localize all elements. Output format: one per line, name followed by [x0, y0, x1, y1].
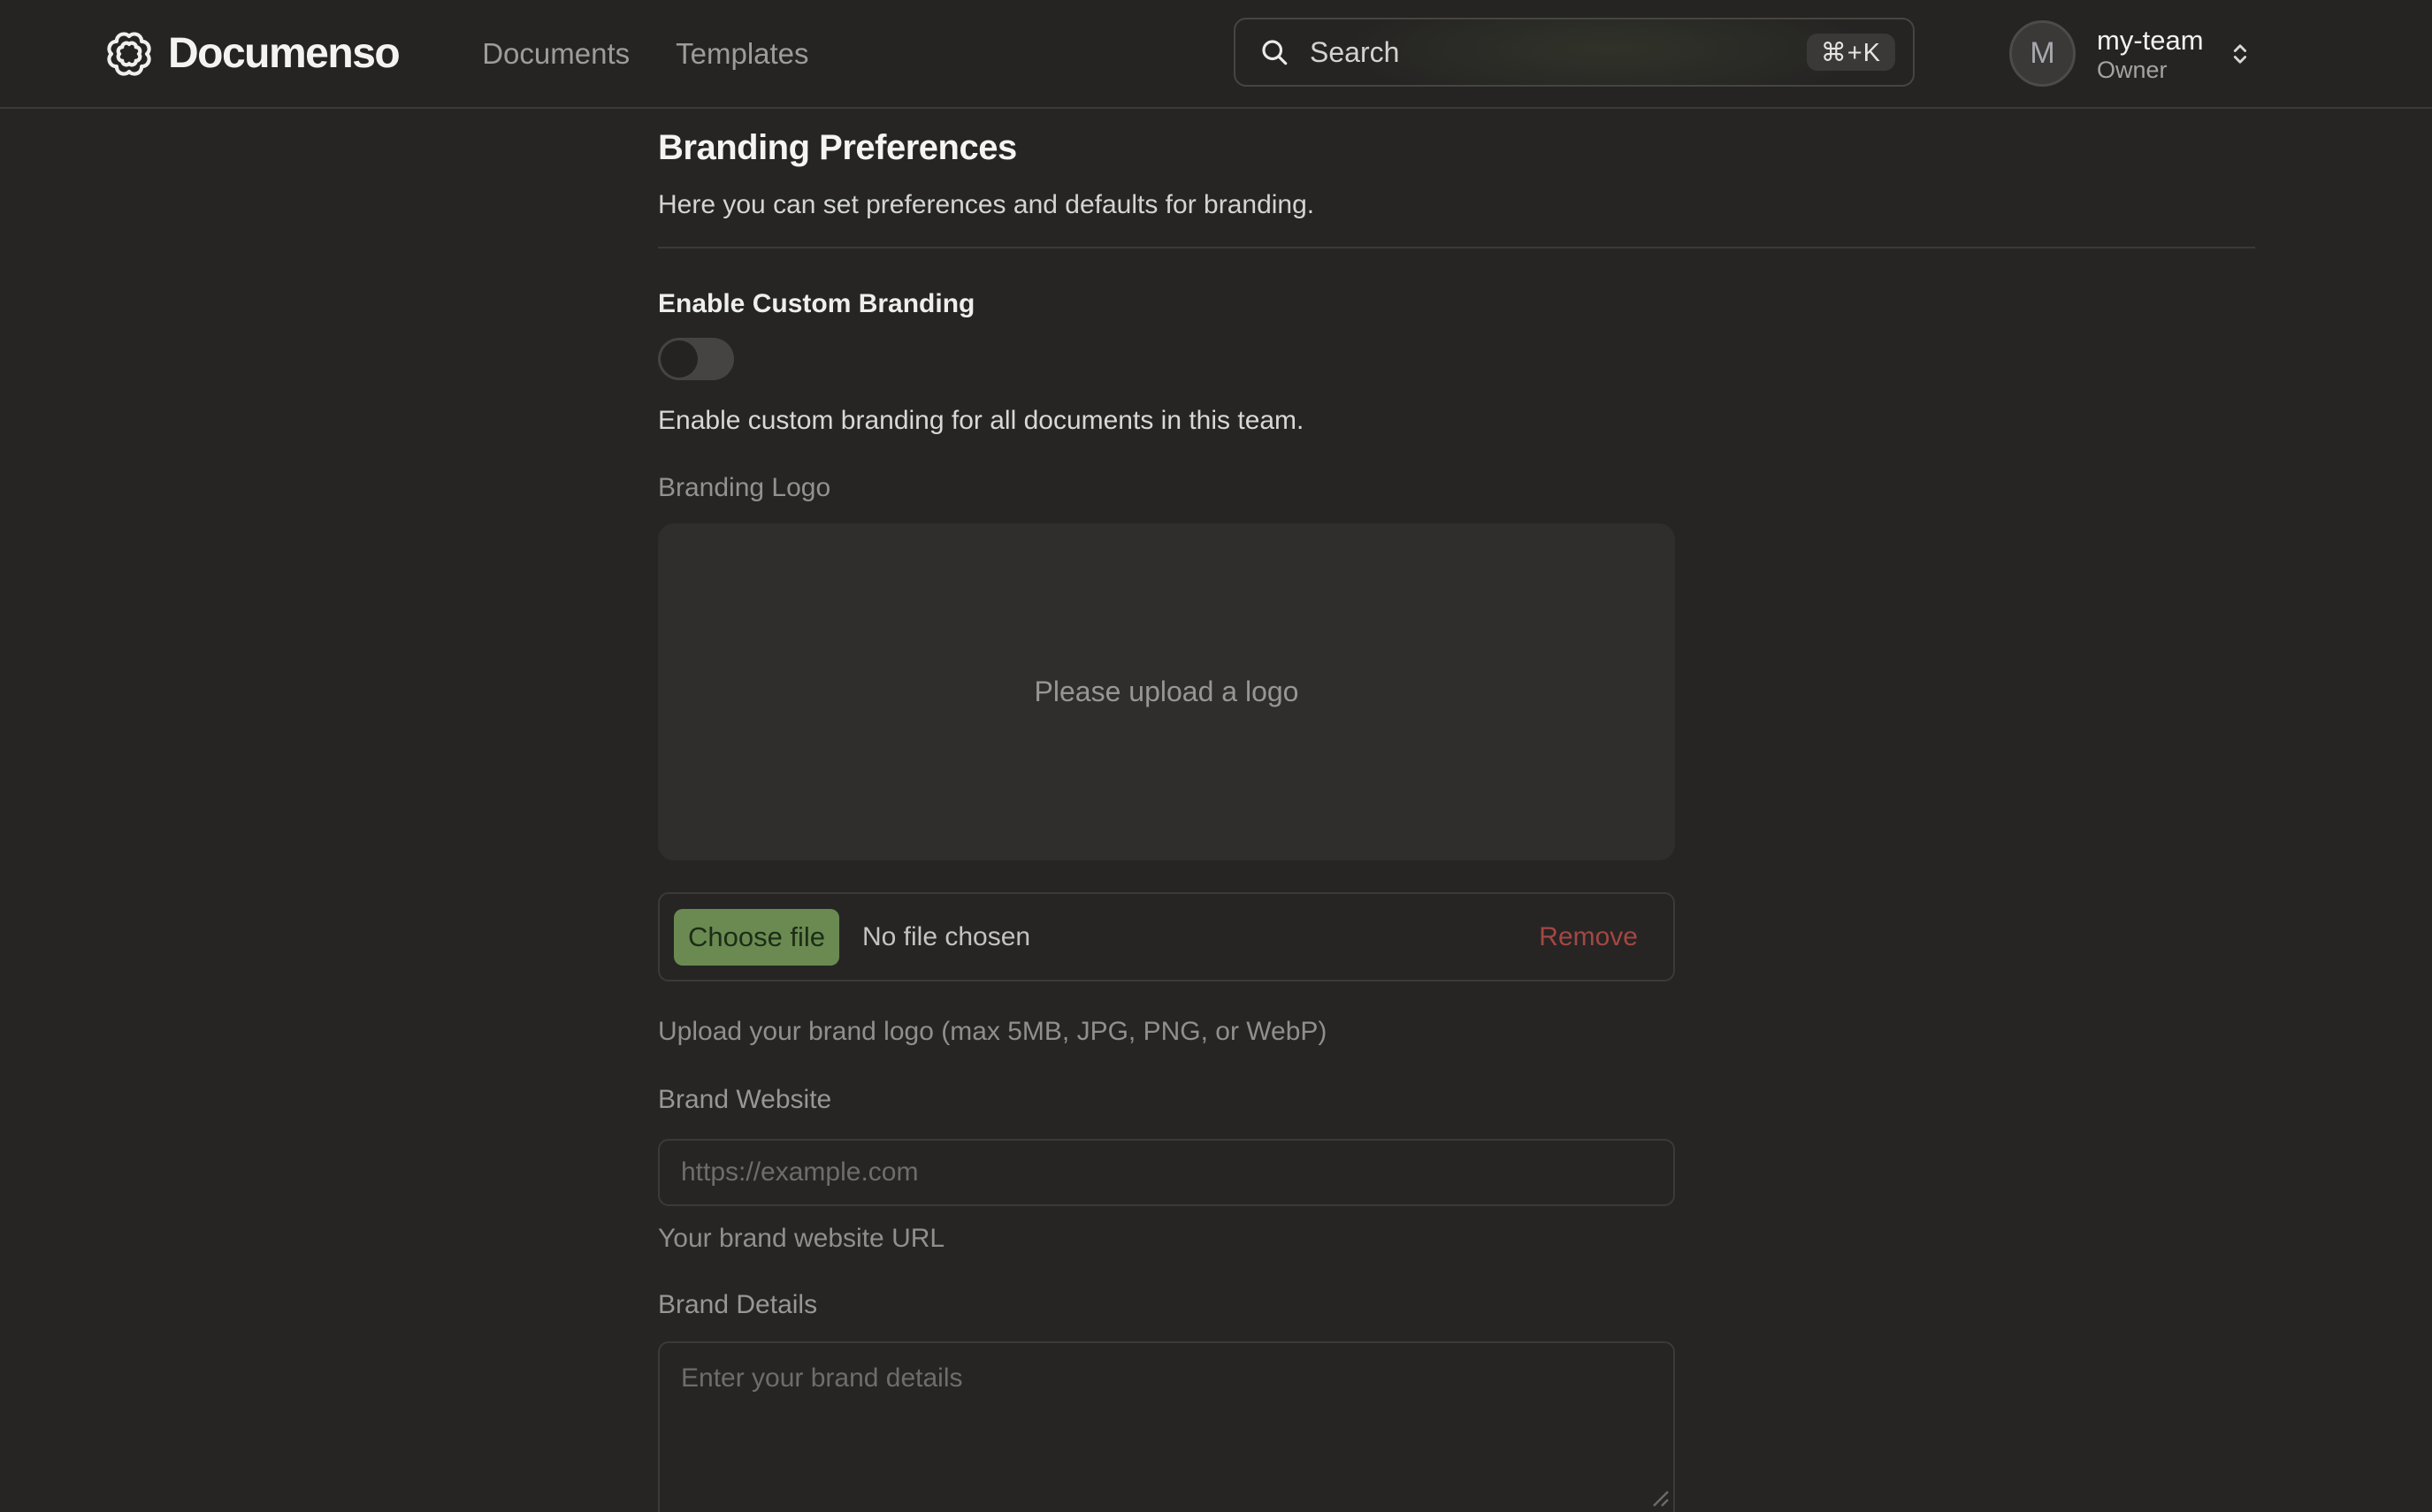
choose-file-button[interactable]: Choose file — [674, 909, 839, 966]
shortcut-badge: ⌘+K — [1807, 34, 1895, 71]
section-divider — [658, 247, 2255, 248]
branding-preferences-page: Documenso Documents Templates ⌘+K M my-t… — [0, 0, 2432, 1512]
enable-branding-toggle[interactable] — [658, 338, 734, 380]
enable-branding-label: Enable Custom Branding — [658, 286, 975, 323]
main-nav: Documents Templates — [482, 37, 808, 71]
file-chosen-status: No file chosen — [862, 922, 1030, 952]
team-role: Owner — [2097, 57, 2204, 84]
top-navbar: Documenso Documents Templates ⌘+K M my-t… — [0, 0, 2432, 109]
team-avatar: M — [2009, 20, 2076, 87]
logo-upload-dropzone[interactable]: Please upload a logo — [658, 523, 1675, 860]
logo-upload-helper: Upload your brand logo (max 5MB, JPG, PN… — [658, 1013, 1327, 1050]
brand-website-input[interactable] — [658, 1139, 1675, 1206]
page-subtitle: Here you can set preferences and default… — [658, 187, 1314, 224]
team-switcher[interactable]: M my-team Owner — [2009, 20, 2255, 87]
brand-website-label: Brand Website — [658, 1081, 831, 1119]
branding-preferences-form: Branding Preferences Here you can set pr… — [658, 109, 2255, 1512]
brand-logo[interactable]: Documenso — [104, 29, 399, 79]
nav-documents[interactable]: Documents — [482, 37, 630, 71]
branding-logo-label: Branding Logo — [658, 470, 830, 507]
team-name: my-team — [2097, 24, 2204, 57]
logo-file-input-row: Choose file No file chosen Remove — [658, 892, 1675, 981]
dropzone-placeholder-text: Please upload a logo — [1035, 676, 1299, 708]
page-title: Branding Preferences — [658, 125, 1017, 171]
team-info: my-team Owner — [2097, 24, 2204, 84]
enable-branding-description: Enable custom branding for all documents… — [658, 402, 1304, 439]
brand-details-label: Brand Details — [658, 1287, 817, 1324]
brand-website-helper: Your brand website URL — [658, 1220, 945, 1257]
global-search[interactable]: ⌘+K — [1234, 18, 1915, 87]
toggle-knob — [661, 340, 698, 378]
brand-details-textarea[interactable] — [658, 1341, 1675, 1512]
search-icon — [1258, 36, 1290, 68]
search-input[interactable] — [1308, 35, 1789, 70]
documenso-seal-icon — [104, 29, 154, 79]
nav-templates[interactable]: Templates — [676, 37, 808, 71]
remove-logo-button[interactable]: Remove — [1539, 922, 1638, 952]
chevrons-up-down-icon — [2225, 39, 2255, 69]
brand-name: Documenso — [168, 29, 399, 78]
